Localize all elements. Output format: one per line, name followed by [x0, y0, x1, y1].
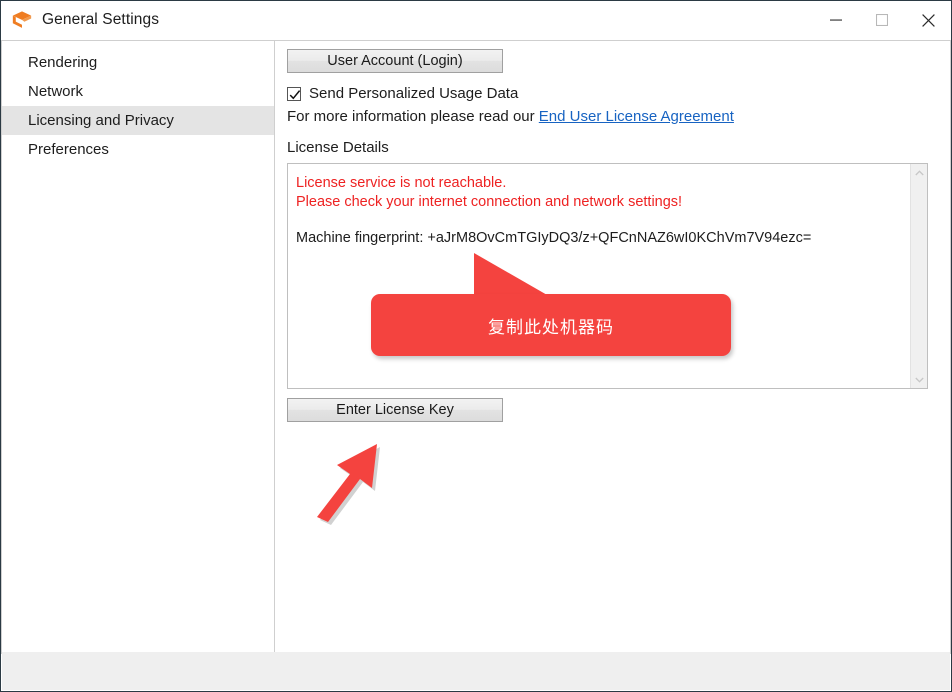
checkmark-icon — [289, 89, 301, 99]
sidebar-item-label: Licensing and Privacy — [28, 112, 174, 129]
sidebar-item-label: Network — [28, 83, 84, 100]
scroll-up-button[interactable] — [911, 164, 927, 181]
enter-license-key-button[interactable]: Enter License Key — [287, 398, 503, 422]
license-details-scrollbar[interactable] — [910, 164, 927, 388]
maximize-button[interactable] — [859, 1, 905, 39]
enscape-logo-icon — [12, 11, 32, 28]
minimize-button[interactable] — [813, 1, 859, 39]
license-error-line-2: Please check your internet connection an… — [296, 194, 683, 210]
close-button[interactable] — [905, 1, 951, 39]
scroll-down-button[interactable] — [911, 371, 927, 388]
sidebar-item-preferences[interactable]: Preferences — [2, 135, 274, 164]
machine-fingerprint-label: Machine fingerprint: — [296, 230, 428, 246]
license-error-line-1: License service is not reachable. — [296, 175, 507, 191]
sidebar-item-network[interactable]: Network — [2, 77, 274, 106]
window-title: General Settings — [42, 11, 160, 28]
license-details-box[interactable]: License service is not reachable. Please… — [287, 163, 928, 389]
sidebar-item-licensing-and-privacy[interactable]: Licensing and Privacy — [2, 106, 274, 135]
end-user-license-agreement-link[interactable]: End User License Agreement — [539, 108, 734, 125]
user-account-button[interactable]: User Account (Login) — [287, 49, 503, 73]
machine-fingerprint-value: +aJrM8OvCmTGIyDQ3/z+QFCnNAZ6wI0KChVm7V94… — [427, 230, 812, 246]
eula-info-row: For more information please read our End… — [287, 108, 734, 125]
license-details-label: License Details — [287, 139, 389, 156]
chevron-up-icon — [915, 169, 924, 175]
sidebar-item-rendering[interactable]: Rendering — [2, 48, 274, 77]
close-icon — [921, 13, 935, 27]
license-details-content: License service is not reachable. Please… — [288, 164, 910, 388]
licensing-and-privacy-panel: User Account (Login) Send Personalized U… — [275, 40, 951, 654]
window-footer — [2, 652, 950, 690]
eula-info-prefix: For more information please read our — [287, 108, 539, 125]
title-bar: General Settings — [1, 1, 951, 40]
machine-fingerprint-row: Machine fingerprint: +aJrM8OvCmTGIyDQ3/z… — [296, 230, 902, 246]
settings-content: Rendering Network Licensing and Privacy … — [1, 40, 951, 654]
send-usage-data-row[interactable]: Send Personalized Usage Data — [287, 85, 518, 102]
settings-sidebar: Rendering Network Licensing and Privacy … — [1, 40, 275, 654]
window-controls — [813, 1, 951, 39]
send-usage-data-checkbox[interactable] — [287, 86, 301, 101]
maximize-icon — [876, 14, 888, 26]
sidebar-item-label: Preferences — [28, 141, 109, 158]
minimize-icon — [830, 19, 842, 21]
send-usage-data-label: Send Personalized Usage Data — [309, 85, 519, 102]
chevron-down-icon — [915, 377, 924, 383]
sidebar-item-label: Rendering — [28, 54, 98, 71]
settings-window: General Settings Rendering Network Licen… — [0, 0, 952, 692]
